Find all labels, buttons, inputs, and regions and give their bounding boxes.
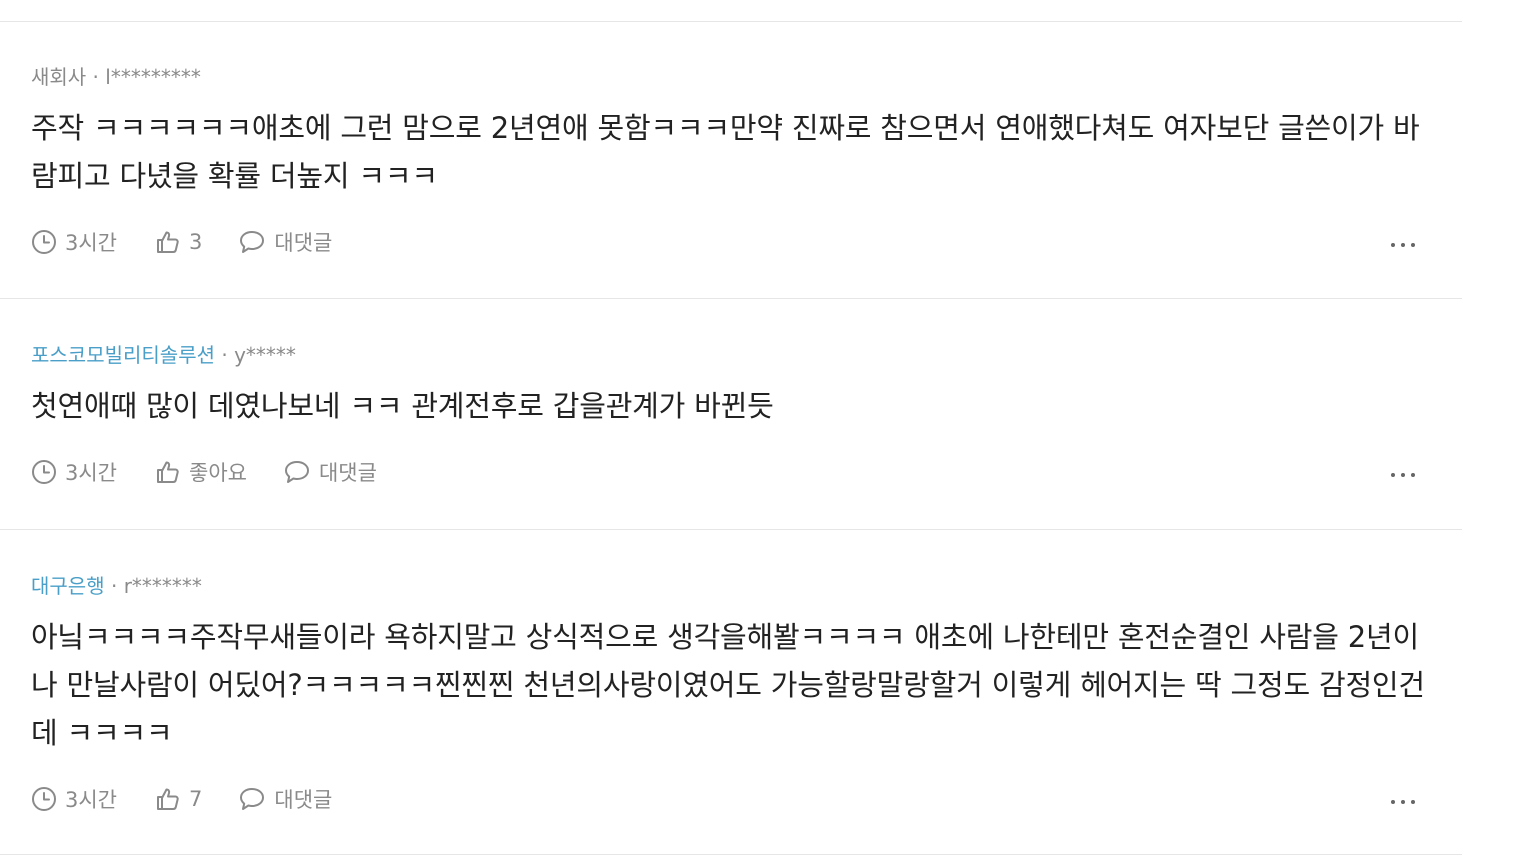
- like-button[interactable]: 7: [155, 786, 202, 812]
- comment-author-line: 새회사 · l*********: [31, 63, 201, 91]
- comment-meta: 3시간 7 대댓글: [31, 784, 332, 814]
- more-options-icon[interactable]: [1386, 235, 1420, 255]
- like-count: 좋아요: [189, 461, 247, 485]
- reply-label: 대댓글: [274, 788, 333, 812]
- more-options-icon[interactable]: [1386, 465, 1420, 485]
- comment-meta: 3시간 좋아요 대댓글: [31, 457, 377, 487]
- author-separator: ·: [215, 343, 235, 367]
- time-label: 3시간: [65, 231, 118, 255]
- reply-button[interactable]: 대댓글: [238, 784, 332, 814]
- like-count: 7: [189, 787, 203, 811]
- comment-text: 첫연애때 많이 데였나보네 ㅋㅋ 관계전후로 갑을관계가 바뀐듯: [31, 389, 774, 423]
- speech-bubble-icon: [240, 231, 265, 253]
- author-separator: ·: [86, 65, 106, 89]
- clock-icon: [32, 787, 56, 811]
- time-label: 3시간: [65, 788, 118, 812]
- author-separator: ·: [104, 574, 124, 598]
- author-company: 새회사: [31, 65, 87, 89]
- like-count: 3: [189, 230, 203, 254]
- divider: [0, 21, 1462, 22]
- author-username: l*********: [105, 65, 201, 89]
- reply-button[interactable]: 대댓글: [283, 457, 377, 487]
- thumbs-up-icon: [157, 461, 179, 483]
- reply-label: 대댓글: [318, 461, 377, 485]
- comment-time: 3시간: [31, 457, 117, 487]
- more-options-icon[interactable]: [1386, 792, 1420, 812]
- comment-text: 아닠ㅋㅋㅋㅋ주작무새들이라 욕하지말고 상식적으로 생각을해봘ㅋㅋㅋㅋ 애초에 …: [31, 620, 1425, 750]
- like-button[interactable]: 좋아요: [155, 457, 247, 487]
- comment-time: 3시간: [31, 784, 117, 814]
- comment-author-line: 포스코모빌리티솔루션 · y*****: [31, 341, 296, 369]
- comment-time: 3시간: [31, 227, 117, 257]
- comment-list: 새회사 · l********* 주작 ㅋㅋㅋㅋㅋㅋ애초에 그런 맘으로 2년연…: [0, 0, 1462, 856]
- comment-text: 주작 ㅋㅋㅋㅋㅋㅋ애초에 그런 맘으로 2년연애 못함ㅋㅋㅋ만약 진짜로 참으면…: [31, 111, 1420, 193]
- speech-bubble-icon: [284, 461, 309, 483]
- like-button[interactable]: 3: [155, 229, 202, 255]
- divider: [0, 529, 1462, 530]
- time-label: 3시간: [65, 461, 118, 485]
- comment-meta: 3시간 3 대댓글: [31, 227, 332, 257]
- divider: [0, 854, 1462, 855]
- reply-label: 대댓글: [274, 231, 333, 255]
- divider: [0, 298, 1462, 299]
- clock-icon: [32, 460, 56, 484]
- author-company[interactable]: 대구은행: [31, 574, 105, 598]
- thumbs-up-icon: [157, 231, 179, 253]
- comment-author-line: 대구은행 · r*******: [31, 572, 202, 600]
- author-username: y*****: [234, 343, 296, 367]
- speech-bubble-icon: [240, 788, 265, 810]
- author-company[interactable]: 포스코모빌리티솔루션: [31, 343, 215, 367]
- author-username: r*******: [123, 574, 202, 598]
- thumbs-up-icon: [157, 788, 179, 810]
- reply-button[interactable]: 대댓글: [238, 227, 332, 257]
- clock-icon: [32, 230, 56, 254]
